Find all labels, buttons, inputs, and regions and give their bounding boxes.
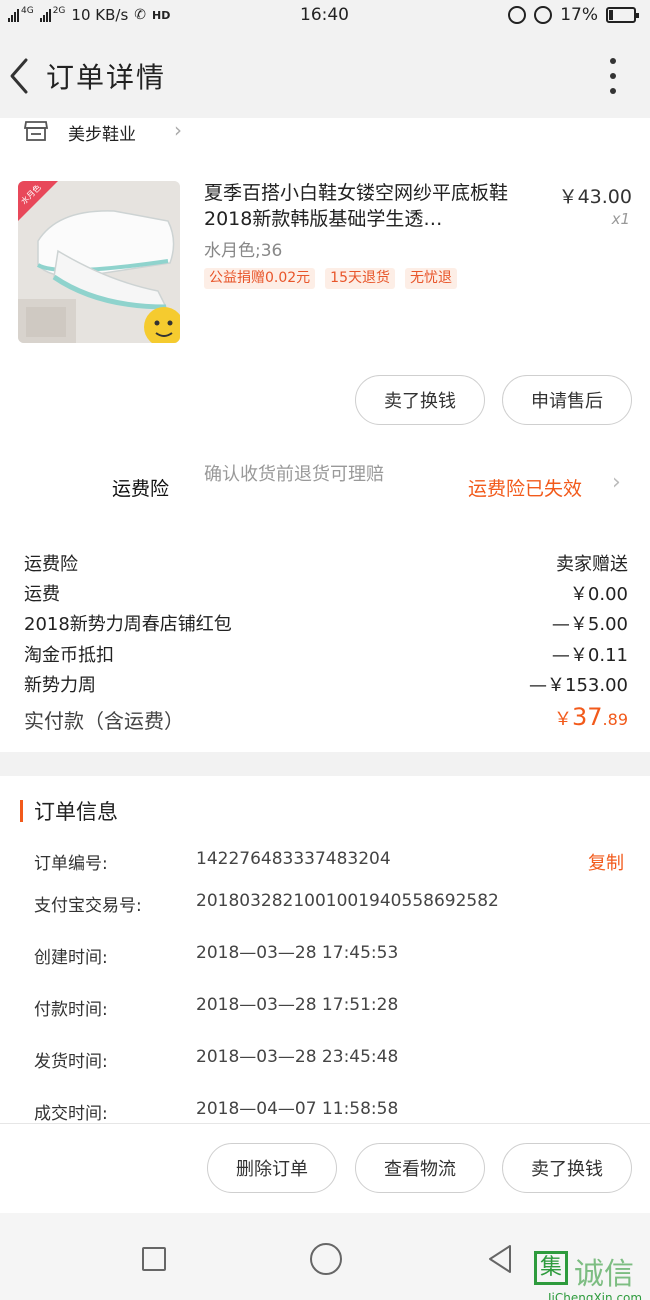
battery-icon [606,7,639,23]
info-row-alipay-trade: 支付宝交易号: 2018032821001001940558692582 [34,891,634,917]
delete-order-button[interactable]: 删除订单 [207,1143,337,1193]
info-label: 付款时间: [34,1000,108,1020]
product-image[interactable]: 水月色 [18,181,180,343]
tag-15day-return: 15天退货 [325,268,395,289]
fee-value: —￥0.11 [551,645,628,666]
call-icon: ✆ [134,7,146,23]
status-right: 17% [508,5,639,25]
fee-value: 卖家赠送 [556,554,628,575]
info-row-shipping-time: 发货时间: 2018—03—28 23:45:48 [34,1047,634,1073]
alarm-icon [534,6,553,24]
lock-rotation-icon [508,6,527,24]
total-label: 实付款（含运费） [24,709,184,733]
info-value: 142276483337483204 [196,849,391,869]
hd-label: HD [152,8,171,22]
sell-resale-button-bottom[interactable]: 卖了换钱 [502,1143,632,1193]
fee-value: —￥153.00 [529,675,628,696]
info-value: 2018032821001001940558692582 [196,891,499,911]
total-paid-row: 实付款（含运费） ￥37.89 [24,703,630,737]
fee-label: 运费 [24,584,60,605]
info-row-payment-time: 付款时间: 2018—03—28 17:51:28 [34,995,634,1021]
info-value: 2018—03—28 17:51:28 [196,995,399,1015]
insurance-label: 运费险 [112,478,170,500]
signal-icon [8,8,19,22]
recent-apps-icon[interactable] [142,1247,166,1271]
shop-icon [24,121,48,141]
battery-percent: 17% [560,5,598,25]
fee-row-red-packet: 2018新势力周春店铺红包 —￥5.00 [24,610,630,638]
section-accent-bar [20,800,23,822]
product-sku: 水月色;36 [204,241,283,261]
info-label: 订单编号: [34,854,108,874]
watermark-url: JiChengXin.com [548,1291,643,1300]
insurance-desc: 确认收货前退货可理赔 [204,464,384,485]
product-price: ￥43.00 [558,186,632,208]
info-label: 发货时间: [34,1052,108,1072]
total-amount: ￥37.89 [554,703,628,731]
network-type-2: 2G [52,6,66,16]
tag-charity: 公益捐赠0.02元 [204,268,316,289]
info-value: 2018—04—07 11:58:58 [196,1099,399,1119]
info-value: 2018—03—28 23:45:48 [196,1047,399,1067]
net-speed: 10 KB/s [71,6,129,24]
fee-row-shipping: 运费 ￥0.00 [24,580,630,608]
chevron-right-icon: › [612,470,621,495]
watermark-logo: 集 [534,1251,568,1285]
info-label: 成交时间: [34,1104,108,1124]
total-decimal: .89 [602,710,628,729]
shop-name: 美步鞋业 [68,125,136,145]
chevron-right-icon: › [174,118,182,142]
fee-value: ￥0.00 [569,584,628,605]
fee-value: —￥5.00 [551,614,628,635]
info-label: 创建时间: [34,948,108,968]
product-quantity: x1 [611,210,630,228]
fee-label: 淘金币抵扣 [24,645,114,666]
fee-label: 新势力周 [24,675,96,696]
home-icon[interactable] [310,1243,342,1275]
status-bar: 4G 2G 10 KB/s ✆ HD 16:40 17% [0,0,650,34]
section-divider [0,752,650,776]
back-arrow-icon[interactable] [6,56,34,96]
back-triangle-icon[interactable] [486,1243,514,1275]
info-label: 支付宝交易号: [34,896,142,916]
battery-fill [609,10,613,20]
fee-label: 运费险 [24,554,78,575]
page-title: 订单详情 [46,61,167,94]
info-value: 2018—03—28 17:45:53 [196,943,399,963]
system-nav-bar: 集 诚信 JiChengXin.com [0,1213,650,1300]
insurance-status: 运费险已失效 [468,478,583,500]
info-row-created-time: 创建时间: 2018—03—28 17:45:53 [34,943,634,969]
network-type: 4G [21,6,34,16]
total-currency: ￥ [554,709,572,730]
product-title: 夏季百搭小白鞋女镂空网纱平底板鞋2018新款韩版基础学生透… [204,182,509,230]
fee-row-insurance: 运费险 卖家赠送 [24,550,630,578]
shipping-insurance-row[interactable]: 运费险 确认收货前退货可理赔 运费险已失效 › [0,460,650,516]
status-time: 16:40 [300,5,349,25]
fee-row-new-power-week: 新势力周 —￥153.00 [24,671,630,699]
signal-icon-2 [39,8,51,22]
product-item[interactable]: 水月色 夏季百搭小白鞋女镂空网纱平底板鞋2018新款韩版基础学生透… ￥43.0… [0,168,650,358]
order-info-title: 订单信息 [34,800,118,824]
total-integer: 37 [572,703,603,731]
after-sale-button[interactable]: 申请售后 [502,375,632,425]
watermark-text: 诚信 [574,1257,634,1292]
fee-label: 2018新势力周春店铺红包 [24,614,232,635]
status-left: 4G 2G 10 KB/s ✆ HD [8,6,170,24]
sell-resale-button[interactable]: 卖了换钱 [355,375,485,425]
shop-row[interactable]: 美步鞋业 › [0,118,650,148]
fee-row-taojinbi: 淘金币抵扣 —￥0.11 [24,641,630,669]
product-tags: 公益捐赠0.02元 15天退货 无忧退 [204,268,457,289]
info-row-order-number: 订单编号: 142276483337483204 复制 [34,849,634,875]
nav-bar: 订单详情 [0,34,650,118]
tag-worry-free-return: 无忧退 [405,268,457,289]
view-logistics-button[interactable]: 查看物流 [355,1143,485,1193]
info-row-completed-time: 成交时间: 2018—04—07 11:58:58 [34,1099,634,1125]
copy-button[interactable]: 复制 [588,849,624,875]
bottom-action-bar: 删除订单 查看物流 卖了换钱 [0,1123,650,1213]
more-options-icon[interactable] [608,58,618,94]
